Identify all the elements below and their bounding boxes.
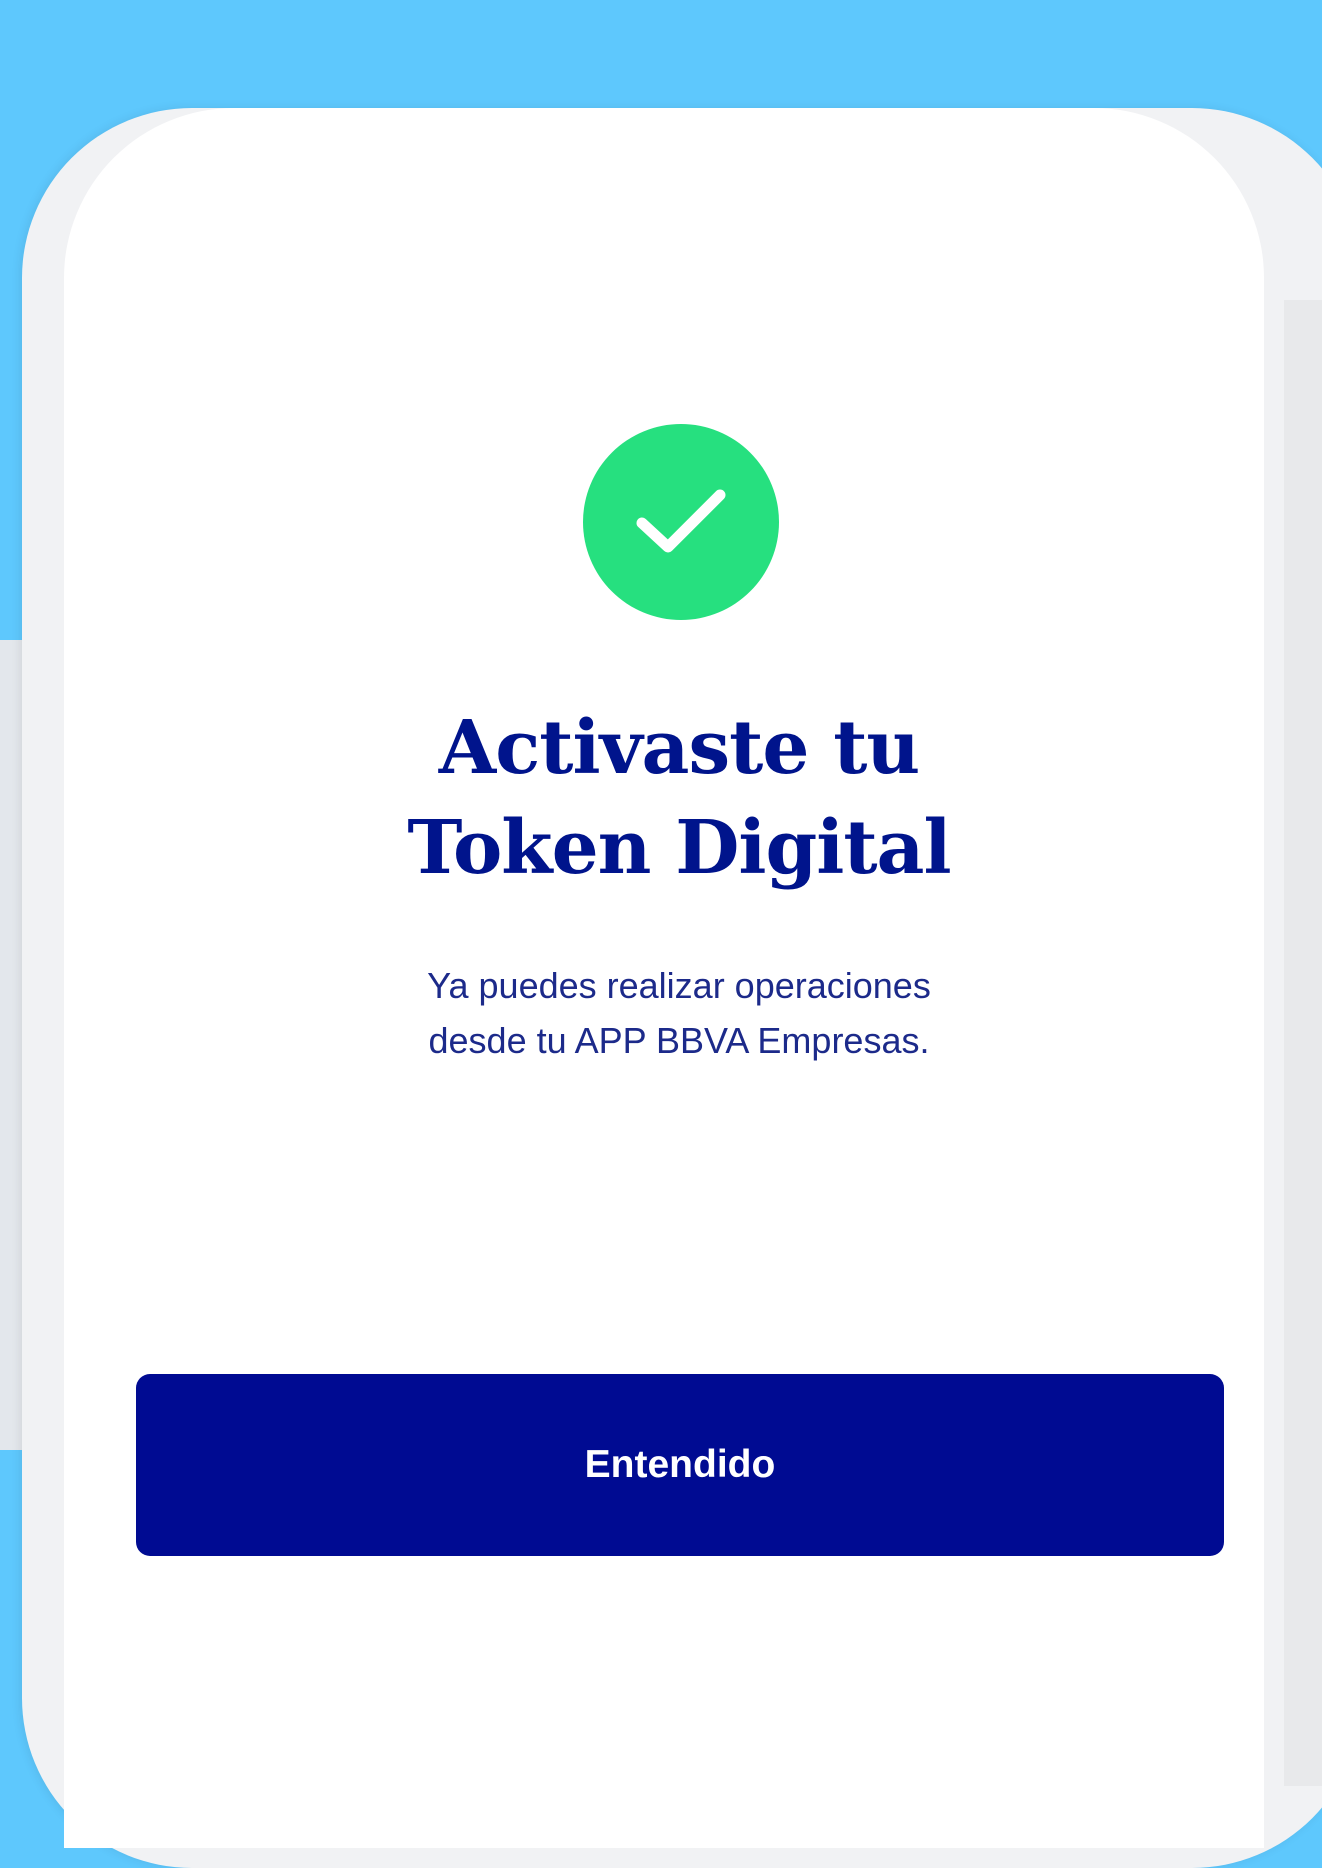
message-line-2: desde tu APP BBVA Empresas.	[428, 1020, 930, 1061]
checkmark-icon	[636, 489, 726, 553]
success-screen: Activaste tu Token Digital Ya puedes rea…	[64, 0, 1294, 1786]
message-line-1: Ya puedes realizar operaciones	[427, 965, 931, 1006]
title-line-1: Activaste tu	[438, 705, 920, 791]
page-title: Activaste tu Token Digital	[64, 698, 1294, 898]
checkmark-circle-icon	[583, 424, 779, 620]
understood-button[interactable]: Entendido	[136, 1374, 1224, 1556]
success-message: Ya puedes realizar operaciones desde tu …	[64, 958, 1294, 1068]
title-line-2: Token Digital	[407, 805, 951, 891]
